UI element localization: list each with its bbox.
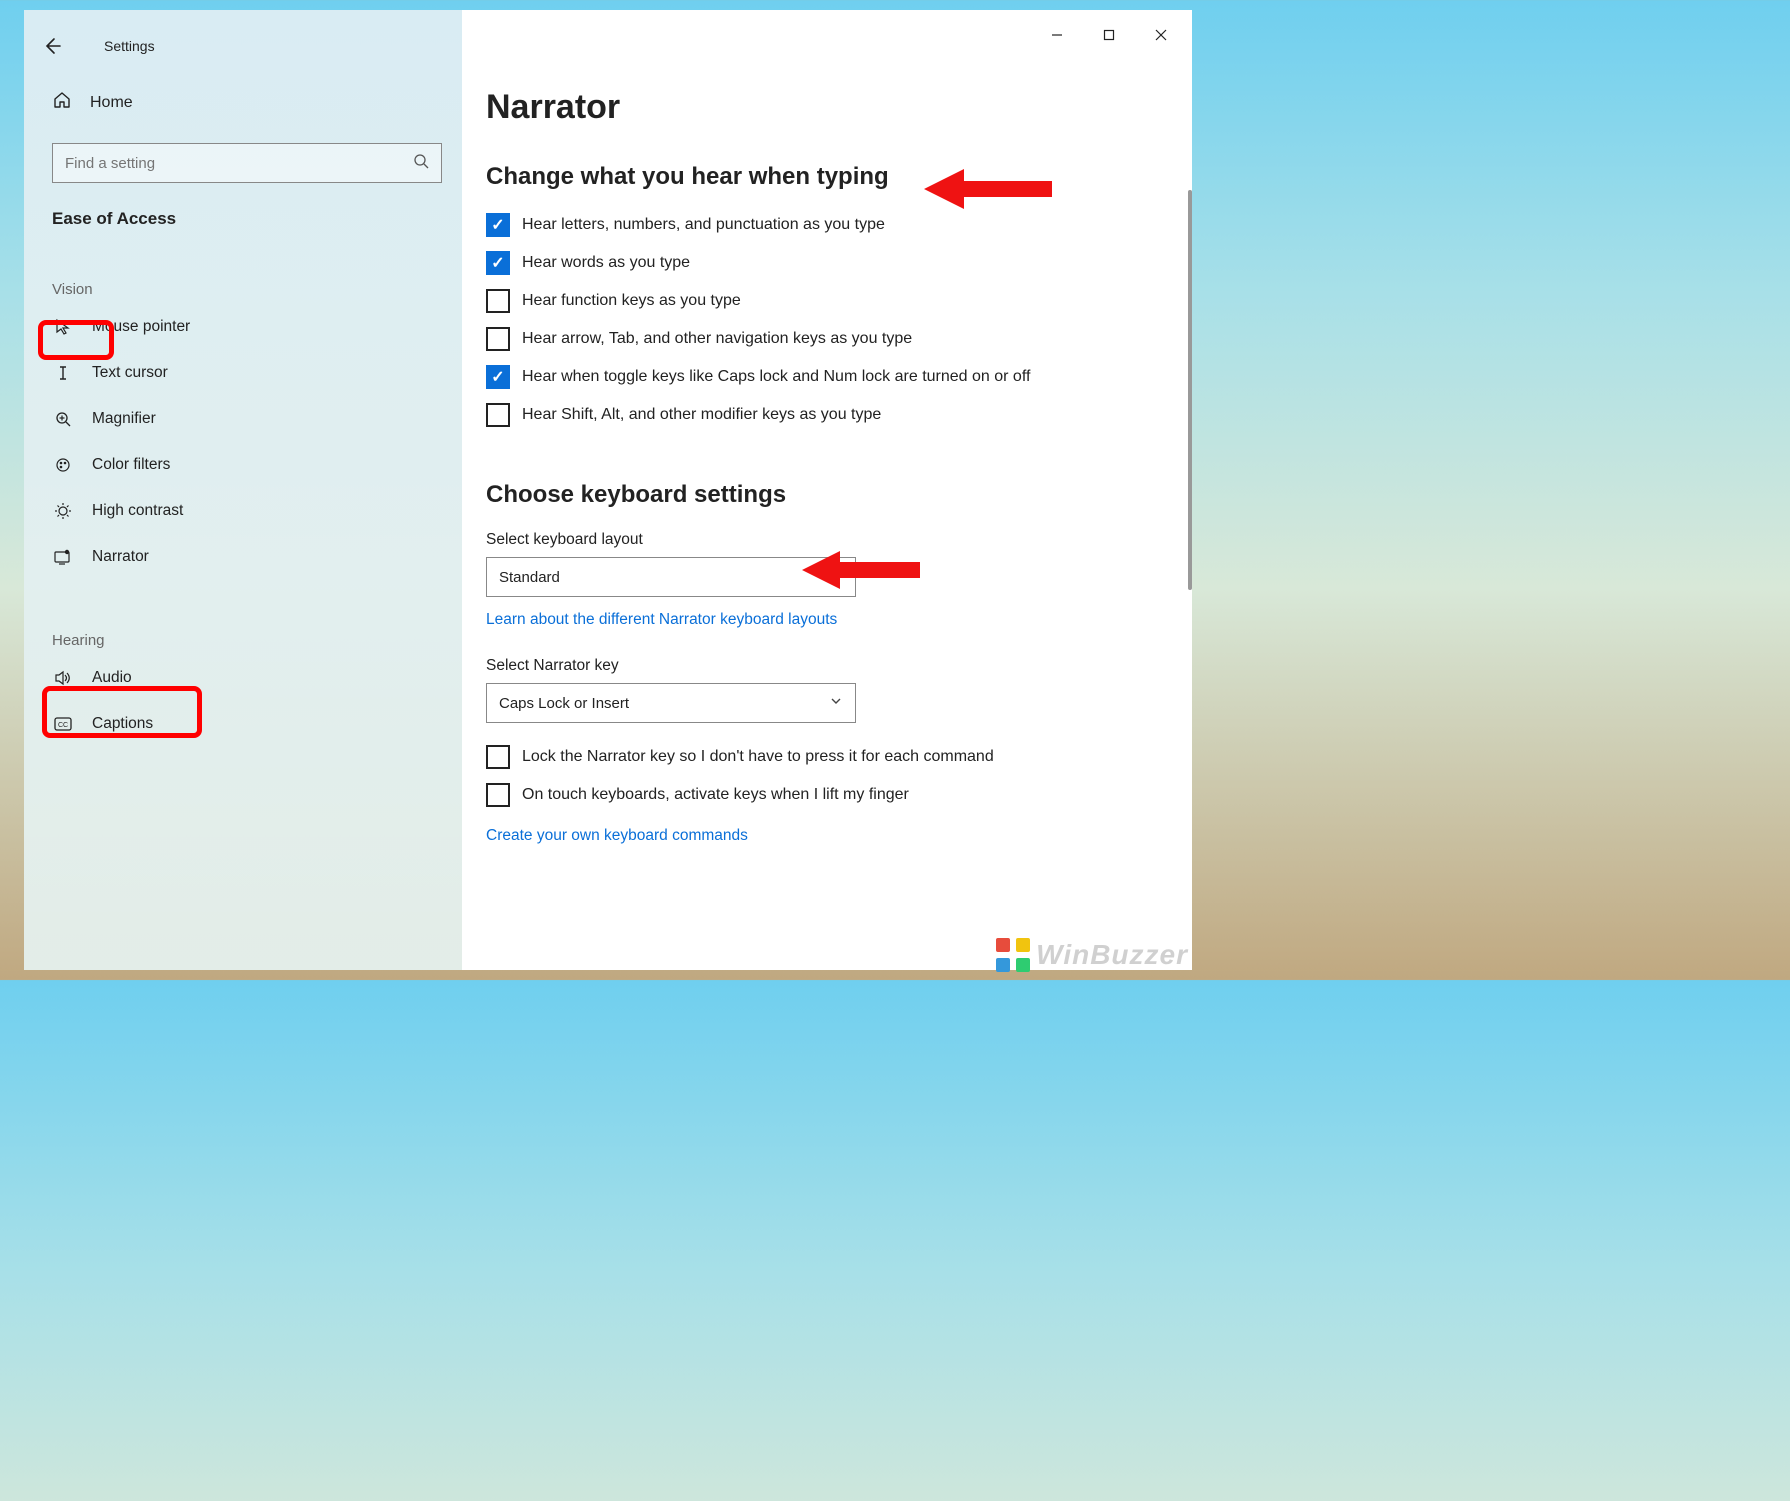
svg-text:CC: CC [58,722,68,729]
learn-layouts-link[interactable]: Learn about the different Narrator keybo… [486,611,837,629]
checkbox-row: Hear when toggle keys like Caps lock and… [486,365,1106,389]
checkbox-row: Hear words as you type [486,251,1106,275]
section-title-keyboard: Choose keyboard settings [486,481,1156,509]
audio-icon [52,669,74,687]
chevron-down-icon [829,568,843,586]
checkbox-hear-navigation-keys[interactable] [486,327,510,351]
high-contrast-icon [52,502,74,520]
sidebar-item-captions[interactable]: CC Captions [24,701,462,747]
back-button[interactable] [32,26,72,66]
sidebar-item-color-filters[interactable]: Color filters [24,442,462,488]
search-icon [413,153,429,174]
search-input[interactable] [65,155,413,172]
checkbox-hear-words[interactable] [486,251,510,275]
checkbox-row: Hear function keys as you type [486,289,1106,313]
page-title: Narrator [486,88,1156,127]
sidebar-item-text-cursor[interactable]: Text cursor [24,350,462,396]
search-box[interactable] [52,143,442,183]
sidebar-item-label: Color filters [92,456,170,474]
settings-window: Settings Home Ease of Access Vision Mous… [24,10,1192,970]
watermark-text: WinBuzzer [1036,939,1188,971]
sidebar-item-label: Audio [92,669,132,687]
checkbox-row: Lock the Narrator key so I don't have to… [486,745,1106,769]
maximize-button[interactable] [1084,18,1134,52]
chevron-down-icon [829,694,843,712]
category-header: Ease of Access [52,209,462,229]
scrollbar[interactable] [1188,190,1192,590]
create-commands-link[interactable]: Create your own keyboard commands [486,827,748,845]
text-cursor-icon [52,364,74,382]
sidebar-item-narrator[interactable]: Narrator [24,534,462,580]
group-label-hearing: Hearing [52,632,462,649]
close-button[interactable] [1136,18,1186,52]
sidebar-item-label: High contrast [92,502,183,520]
sidebar-item-mouse-pointer[interactable]: Mouse pointer [24,304,462,350]
window-title: Settings [104,38,155,54]
checkbox-label: Hear arrow, Tab, and other navigation ke… [522,327,912,350]
narrator-key-label: Select Narrator key [486,657,1156,675]
dropdown-value: Caps Lock or Insert [499,695,629,712]
narrator-icon [52,548,74,566]
checkbox-label: Hear function keys as you type [522,289,741,312]
checkbox-label: On touch keyboards, activate keys when I… [522,783,909,806]
checkbox-touch-keyboard-lift[interactable] [486,783,510,807]
dropdown-value: Standard [499,569,560,586]
mouse-pointer-icon [52,318,74,336]
captions-icon: CC [52,716,74,732]
sidebar-item-label: Magnifier [92,410,156,428]
keyboard-layout-dropdown[interactable]: Standard [486,557,856,597]
content-pane: Narrator Change what you hear when typin… [462,10,1192,970]
checkbox-hear-toggle-keys[interactable] [486,365,510,389]
checkbox-label: Hear words as you type [522,251,690,274]
checkbox-row: Hear letters, numbers, and punctuation a… [486,213,1106,237]
checkbox-hear-letters[interactable] [486,213,510,237]
window-controls [1032,18,1186,52]
group-label-vision: Vision [52,281,462,298]
sidebar-item-label: Narrator [92,548,149,566]
titlebar: Settings [24,26,462,66]
keyboard-layout-label: Select keyboard layout [486,531,1156,549]
home-link[interactable]: Home [24,66,462,115]
sidebar-item-label: Text cursor [92,364,168,382]
checkbox-label: Lock the Narrator key so I don't have to… [522,745,994,768]
checkbox-row: Hear Shift, Alt, and other modifier keys… [486,403,1106,427]
checkbox-label: Hear when toggle keys like Caps lock and… [522,365,1030,388]
checkbox-hear-modifier-keys[interactable] [486,403,510,427]
watermark-logo-icon [996,938,1030,972]
section-title-typing: Change what you hear when typing [486,163,1156,191]
sidebar-item-label: Captions [92,715,153,733]
color-filters-icon [52,456,74,474]
checkbox-row: On touch keyboards, activate keys when I… [486,783,1106,807]
checkbox-label: Hear Shift, Alt, and other modifier keys… [522,403,881,426]
watermark: WinBuzzer [996,938,1188,972]
checkbox-label: Hear letters, numbers, and punctuation a… [522,213,885,236]
sidebar: Settings Home Ease of Access Vision Mous… [24,10,462,970]
checkbox-row: Hear arrow, Tab, and other navigation ke… [486,327,1106,351]
narrator-key-dropdown[interactable]: Caps Lock or Insert [486,683,856,723]
sidebar-item-magnifier[interactable]: Magnifier [24,396,462,442]
magnifier-icon [52,410,74,428]
sidebar-item-label: Mouse pointer [92,318,190,336]
minimize-button[interactable] [1032,18,1082,52]
sidebar-item-high-contrast[interactable]: High contrast [24,488,462,534]
sidebar-item-audio[interactable]: Audio [24,655,462,701]
checkbox-lock-narrator-key[interactable] [486,745,510,769]
checkbox-hear-function-keys[interactable] [486,289,510,313]
home-icon [52,90,72,115]
home-label: Home [90,94,133,112]
back-arrow-icon [42,36,62,56]
